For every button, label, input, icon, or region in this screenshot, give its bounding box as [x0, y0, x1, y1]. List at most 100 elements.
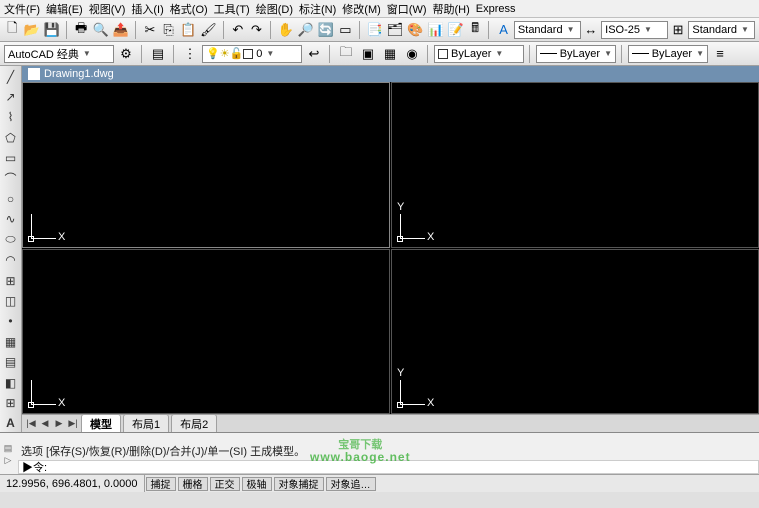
tab-layout2[interactable]: 布局2 — [171, 414, 217, 433]
bylayer-icon[interactable]: ≡ — [710, 44, 730, 64]
viewport-icon[interactable]: ▦ — [380, 44, 400, 64]
table-style-dropdown[interactable]: Standard▼ — [688, 21, 755, 39]
dim-style-dropdown[interactable]: ISO-25▼ — [601, 21, 668, 39]
grid-toggle[interactable]: 栅格 — [178, 477, 208, 491]
save-icon[interactable]: 💾 — [43, 20, 61, 40]
menu-file[interactable]: 文件(F) — [4, 1, 40, 17]
command-grip[interactable]: ▤▷ — [2, 437, 14, 471]
print-icon[interactable]: 🖶 — [73, 20, 90, 40]
snap-toggle[interactable]: 捕捉 — [146, 477, 176, 491]
pan-icon[interactable]: ✋ — [277, 20, 295, 40]
main-area: ╱ ↗ ⌇ ⬠ ▭ ⌒ ○ ∿ ⬭ ◠ ⊞ ◫ • ▦ ▤ ◧ ⊞ A Draw… — [0, 66, 759, 432]
menu-modify[interactable]: 修改(M) — [342, 1, 381, 17]
hatch-icon[interactable]: ▦ — [2, 333, 20, 350]
menu-format[interactable]: 格式(O) — [170, 1, 208, 17]
viewport-top-right[interactable]: YX — [391, 82, 759, 248]
design-center-icon[interactable]: 🗂 — [386, 20, 405, 40]
circle-icon[interactable]: ○ — [2, 190, 20, 207]
viewport-bottom-left[interactable]: X — [22, 249, 390, 415]
viewport-top-left[interactable]: X — [22, 82, 390, 248]
menu-dimension[interactable]: 标注(N) — [299, 1, 336, 17]
zoom-window-icon[interactable]: ▭ — [337, 20, 354, 40]
tab-nav-first[interactable]: |◀ — [24, 417, 38, 431]
layer-prev-icon[interactable]: ↩ — [304, 44, 324, 64]
layer-states-icon[interactable]: ⋮ — [180, 44, 200, 64]
tab-nav-next[interactable]: ▶ — [52, 417, 66, 431]
new-icon[interactable]: 🗋 — [4, 20, 21, 40]
rectangle-icon[interactable]: ▭ — [2, 150, 20, 167]
insert-block-icon[interactable]: ⊞ — [2, 272, 20, 289]
undo-icon[interactable]: ↶ — [229, 20, 246, 40]
match-icon[interactable]: 🖌 — [199, 20, 218, 40]
viewport-grid[interactable]: X YX X YX — [22, 82, 759, 414]
ellipse-icon[interactable]: ⬭ — [2, 231, 20, 248]
zoom-prev-icon[interactable]: 🔄 — [317, 20, 335, 40]
polygon-icon[interactable]: ⬠ — [2, 129, 20, 146]
text-style-icon[interactable]: A — [495, 20, 512, 40]
tab-nav-prev[interactable]: ◀ — [38, 417, 52, 431]
gradient-icon[interactable]: ▤ — [2, 353, 20, 370]
open-icon[interactable]: 📂 — [23, 20, 41, 40]
menu-tools[interactable]: 工具(T) — [214, 1, 250, 17]
menu-window[interactable]: 窗口(W) — [387, 1, 427, 17]
menu-express[interactable]: Express — [476, 3, 516, 15]
table-icon[interactable]: ⊞ — [2, 394, 20, 411]
menu-draw[interactable]: 绘图(D) — [256, 1, 293, 17]
menu-help[interactable]: 帮助(H) — [433, 1, 470, 17]
linetype-dropdown[interactable]: ByLayer▼ — [536, 45, 616, 63]
table-style-icon[interactable]: ⊞ — [670, 20, 687, 40]
sheet-set-icon[interactable]: 📊 — [426, 20, 444, 40]
document-title-bar: Drawing1.dwg — [22, 66, 759, 82]
calc-icon[interactable]: 🖩 — [467, 20, 484, 40]
make-block-icon[interactable]: ◫ — [2, 292, 20, 309]
menu-insert[interactable]: 插入(I) — [131, 1, 163, 17]
publish-icon[interactable]: 📤 — [112, 20, 130, 40]
layout-tabs: |◀ ◀ ▶ ▶| 模型 布局1 布局2 — [22, 414, 759, 432]
text-icon[interactable]: A — [2, 415, 20, 432]
polar-toggle[interactable]: 极轴 — [242, 477, 272, 491]
osnap-toggle[interactable]: 对象捕捉 — [274, 477, 324, 491]
command-input[interactable]: ▶令: — [18, 460, 759, 474]
tool-palette-icon[interactable]: 🎨 — [406, 20, 424, 40]
layer-mgr-icon[interactable]: ▤ — [148, 44, 168, 64]
document-icon — [28, 68, 40, 80]
menu-view[interactable]: 视图(V) — [89, 1, 126, 17]
window-icon[interactable]: ▣ — [358, 44, 378, 64]
render-icon[interactable]: ◉ — [402, 44, 422, 64]
text-style-dropdown[interactable]: Standard▼ — [514, 21, 581, 39]
layer-dropdown[interactable]: 💡 ☀ 🔓 0▼ — [202, 45, 302, 63]
workspace-settings-icon[interactable]: ⚙ — [116, 44, 136, 64]
layer-off-icon[interactable]: 🗀 — [336, 44, 356, 64]
color-dropdown[interactable]: ByLayer▼ — [434, 45, 524, 63]
copy-icon[interactable]: ⎘ — [160, 20, 177, 40]
menu-edit[interactable]: 编辑(E) — [46, 1, 83, 17]
workspace-dropdown[interactable]: AutoCAD 经典▼ — [4, 45, 114, 63]
dim-style-icon[interactable]: ↔ — [583, 20, 600, 40]
markup-icon[interactable]: 📝 — [447, 20, 465, 40]
menu-bar: 文件(F) 编辑(E) 视图(V) 插入(I) 格式(O) 工具(T) 绘图(D… — [0, 0, 759, 18]
lineweight-dropdown[interactable]: ByLayer▼ — [628, 45, 708, 63]
tab-nav-last[interactable]: ▶| — [66, 417, 80, 431]
tab-model[interactable]: 模型 — [81, 414, 121, 433]
separator — [427, 45, 429, 63]
properties-icon[interactable]: 📑 — [366, 20, 384, 40]
point-icon[interactable]: • — [2, 313, 20, 330]
arc-icon[interactable]: ⌒ — [2, 170, 20, 187]
ortho-toggle[interactable]: 正交 — [210, 477, 240, 491]
viewport-bottom-right[interactable]: YX — [391, 249, 759, 415]
coordinates[interactable]: 12.9956, 696.4801, 0.0000 — [0, 475, 145, 492]
ellipse-arc-icon[interactable]: ◠ — [2, 252, 20, 269]
paste-icon[interactable]: 📋 — [179, 20, 197, 40]
tab-layout1[interactable]: 布局1 — [123, 414, 169, 433]
cut-icon[interactable]: ✂ — [142, 20, 159, 40]
spline-icon[interactable]: ∿ — [2, 211, 20, 228]
line-icon[interactable]: ╱ — [2, 68, 20, 85]
zoom-icon[interactable]: 🔎 — [297, 20, 315, 40]
command-history: 选项 [保存(S)/恢复(R)/删除(D)/合并(J)/单一(SI) 王成模型。 — [18, 442, 759, 460]
otrack-toggle[interactable]: 对象追… — [326, 477, 376, 491]
polyline-icon[interactable]: ⌇ — [2, 109, 20, 126]
region-icon[interactable]: ◧ — [2, 374, 20, 391]
ray-icon[interactable]: ↗ — [2, 88, 20, 105]
redo-icon[interactable]: ↷ — [248, 20, 265, 40]
preview-icon[interactable]: 🔍 — [91, 20, 109, 40]
